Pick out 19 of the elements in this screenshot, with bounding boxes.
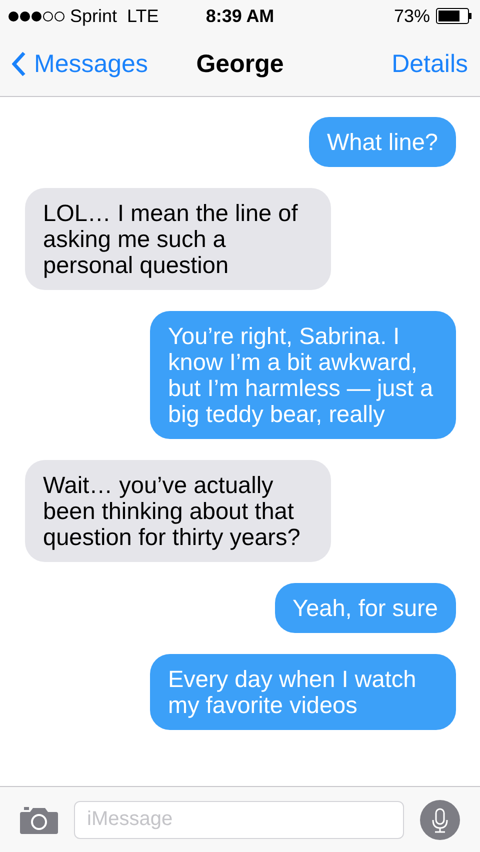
clock-time: 8:39 AM bbox=[206, 6, 274, 26]
battery-icon bbox=[436, 8, 472, 24]
message-bubble: Yeah, for sure bbox=[274, 583, 456, 633]
battery-percent: 73% bbox=[394, 6, 430, 26]
message-bubble: What line? bbox=[308, 117, 456, 167]
carrier-name: Sprint bbox=[70, 6, 118, 26]
chevron-icon bbox=[12, 51, 26, 77]
details-button[interactable]: Details bbox=[392, 50, 468, 78]
camera-icon[interactable] bbox=[20, 806, 58, 834]
microphone-icon[interactable] bbox=[420, 800, 460, 840]
message-bubble: LOL… I mean the line of asking me such a personal question bbox=[25, 188, 331, 290]
message-bubble: Wait… you’ve actually been thinking about that question for thirty years? bbox=[25, 460, 331, 562]
network-type: LTE bbox=[127, 6, 159, 26]
signal-icon bbox=[8, 10, 66, 22]
message-bubble: You’re right, Sabrina. I know I’m a bit awkward, but I’m harmless — just a big teddy bear, really bbox=[150, 311, 456, 439]
contact-name: George bbox=[196, 50, 284, 78]
back-button[interactable]: Messages bbox=[12, 50, 148, 78]
message-bubble: Every day when I watch my favorite videos bbox=[150, 654, 456, 730]
message-input[interactable]: iMessage bbox=[74, 800, 404, 838]
